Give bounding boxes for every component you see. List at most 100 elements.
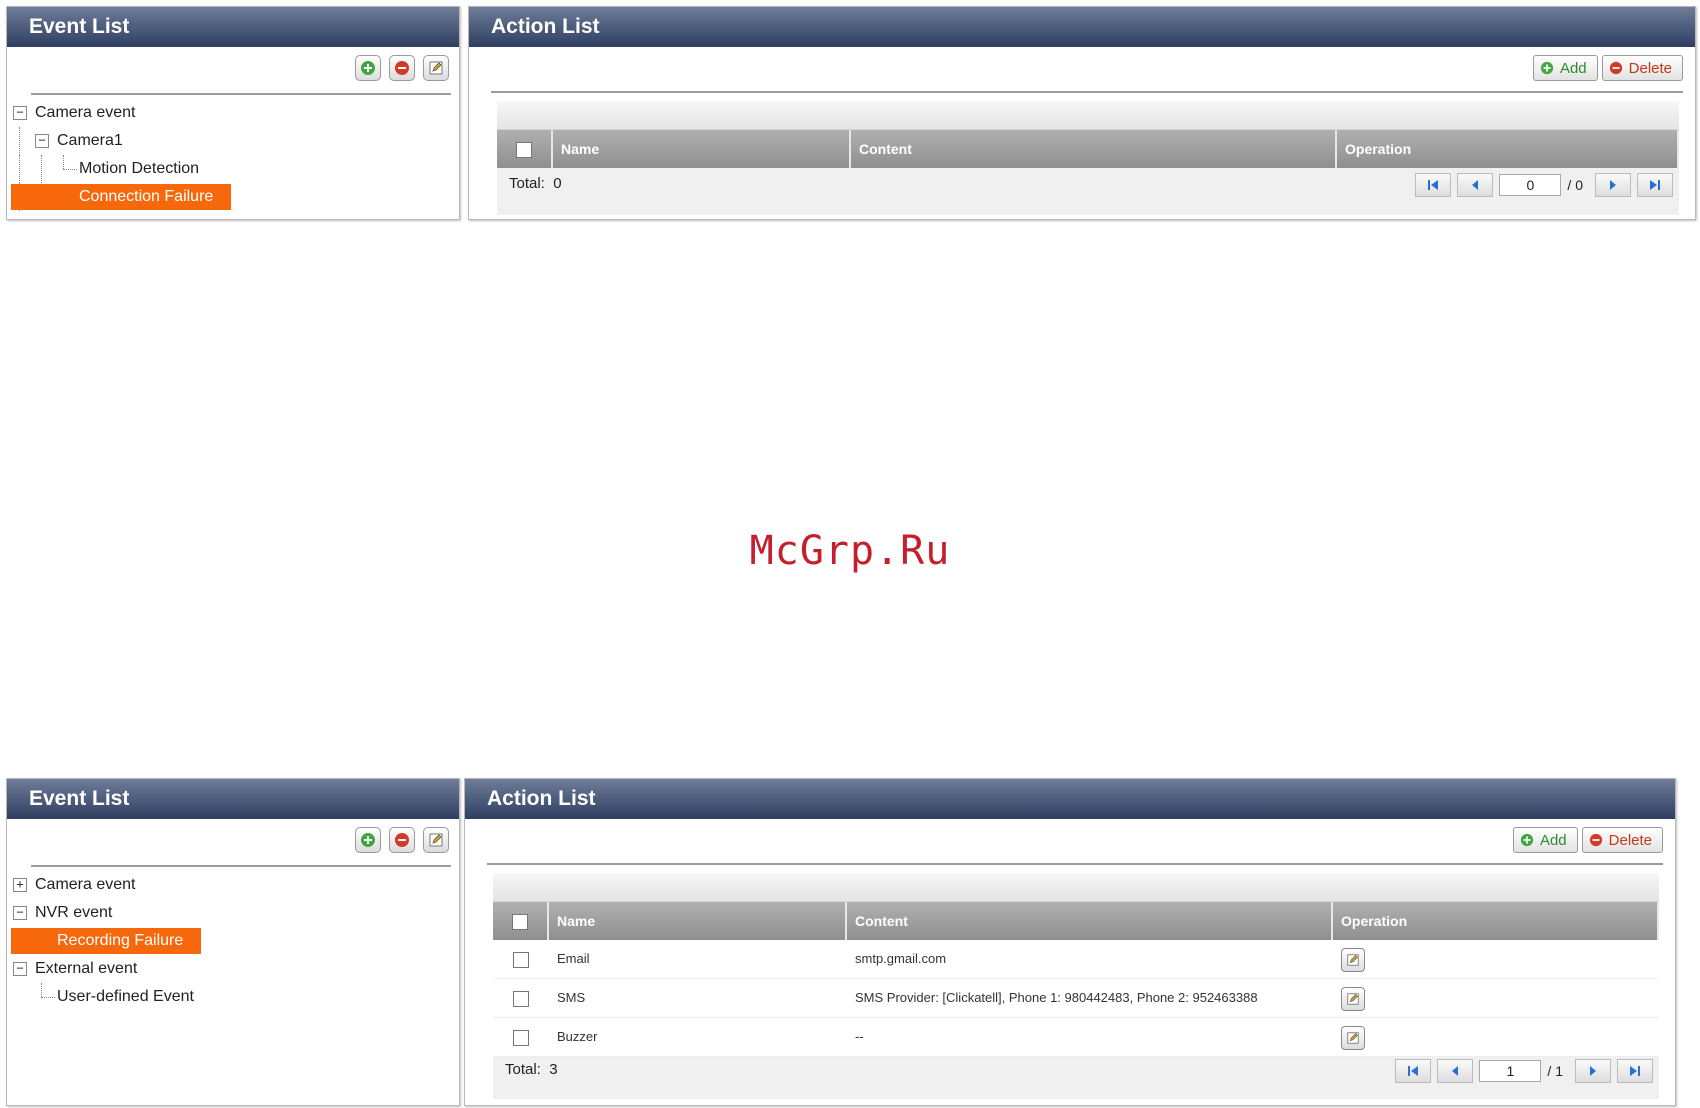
- last-page-button[interactable]: [1617, 1059, 1653, 1083]
- add-label: Add: [1559, 59, 1587, 77]
- page-input[interactable]: 1: [1479, 1060, 1542, 1082]
- tree-label-selected: Connection Failure: [11, 184, 231, 210]
- table-row[interactable]: Buzzer --: [493, 1018, 1659, 1057]
- collapse-icon[interactable]: −: [13, 906, 27, 920]
- event-divider: [31, 865, 451, 867]
- edit-icon: [1347, 1031, 1359, 1044]
- next-page-button[interactable]: [1575, 1059, 1611, 1083]
- first-page-button[interactable]: [1415, 173, 1452, 197]
- select-all-cell[interactable]: [493, 902, 549, 940]
- tree-node-external-event[interactable]: − External event: [11, 955, 455, 983]
- edit-icon: [429, 61, 443, 75]
- edit-action-button[interactable]: [1341, 986, 1365, 1011]
- edit-event-button[interactable]: [423, 55, 449, 81]
- page-input[interactable]: 0: [1499, 174, 1562, 196]
- tree-node-camera1[interactable]: − Camera1: [11, 127, 455, 155]
- row-checkbox-cell[interactable]: [493, 1018, 549, 1056]
- column-operation[interactable]: Operation: [1333, 902, 1659, 940]
- row-checkbox-cell[interactable]: [493, 940, 549, 978]
- last-page-icon: [1650, 180, 1660, 190]
- expand-icon[interactable]: +: [13, 878, 27, 892]
- add-event-button[interactable]: [355, 55, 381, 81]
- tree-node-motion-detection[interactable]: Motion Detection: [11, 155, 455, 183]
- event-list-panel: Event List − Camera event − Camera1 Moti…: [6, 6, 460, 220]
- first-page-icon: [1408, 1066, 1419, 1076]
- tree-label: NVR event: [35, 904, 113, 921]
- tree-label: User-defined Event: [57, 988, 194, 1005]
- action-divider: [491, 91, 1683, 93]
- row-content: SMS Provider: [Clickatell], Phone 1: 980…: [855, 990, 1258, 1005]
- tree-node-recording-failure[interactable]: Recording Failure: [11, 927, 455, 955]
- add-event-button[interactable]: [355, 827, 381, 853]
- tree-connector: [41, 997, 55, 998]
- collapse-icon[interactable]: −: [13, 962, 27, 976]
- prev-page-button[interactable]: [1457, 173, 1494, 197]
- column-name[interactable]: Name: [553, 130, 851, 168]
- delete-label: Delete: [1628, 59, 1672, 77]
- tree-label: Motion Detection: [79, 160, 200, 177]
- pager: 0 / 0: [1415, 173, 1673, 197]
- tree-node-nvr-event[interactable]: − NVR event: [11, 899, 455, 927]
- tree-connector: [63, 169, 77, 170]
- edit-event-button[interactable]: [423, 827, 449, 853]
- delete-event-button[interactable]: [389, 55, 415, 81]
- tree-label: Camera event: [35, 104, 136, 121]
- total-count: Total: 3: [505, 1061, 558, 1078]
- edit-action-button[interactable]: [1341, 1025, 1365, 1050]
- column-name[interactable]: Name: [549, 902, 847, 940]
- column-content[interactable]: Content: [847, 902, 1333, 940]
- add-action-button[interactable]: Add: [1532, 55, 1598, 81]
- event-tree: + Camera event − NVR event Recording Fai…: [11, 871, 455, 1011]
- delete-icon: [1609, 61, 1622, 75]
- event-list-title: Event List: [7, 7, 459, 47]
- select-all-checkbox[interactable]: [516, 142, 532, 159]
- delete-event-button[interactable]: [389, 827, 415, 853]
- page-total: / 0: [1567, 177, 1583, 193]
- delete-action-button[interactable]: Delete: [1601, 55, 1683, 81]
- next-page-button[interactable]: [1595, 173, 1631, 197]
- action-toolbar: Add Delete: [1532, 55, 1683, 81]
- row-checkbox-cell[interactable]: [493, 979, 549, 1017]
- row-checkbox[interactable]: [513, 1029, 529, 1046]
- delete-icon: [395, 833, 409, 847]
- tree-node-camera-event[interactable]: + Camera event: [11, 871, 455, 899]
- table-row[interactable]: SMS SMS Provider: [Clickatell], Phone 1:…: [493, 979, 1659, 1018]
- select-all-checkbox[interactable]: [512, 914, 528, 931]
- event-list-title: Event List: [7, 779, 459, 819]
- column-content[interactable]: Content: [851, 130, 1337, 168]
- last-page-button[interactable]: [1637, 173, 1673, 197]
- prev-page-button[interactable]: [1437, 1059, 1474, 1083]
- screen-recording-failure: Event List + Camera event − NVR event Re…: [6, 778, 1696, 1106]
- edit-icon: [429, 833, 443, 847]
- select-all-cell[interactable]: [497, 130, 553, 168]
- tree-node-user-defined-event[interactable]: User-defined Event: [11, 983, 455, 1011]
- delete-icon: [395, 61, 409, 75]
- grid-footer: Total: 3 1 / 1: [493, 1053, 1659, 1089]
- collapse-icon[interactable]: −: [13, 106, 27, 120]
- event-toolbar: [355, 827, 449, 853]
- collapse-icon[interactable]: −: [35, 134, 49, 148]
- total-count: Total: 0: [509, 175, 562, 192]
- next-page-icon: [1590, 1066, 1596, 1076]
- add-icon: [361, 833, 375, 847]
- column-operation[interactable]: Operation: [1337, 130, 1679, 168]
- tree-node-camera-event[interactable]: − Camera event: [11, 99, 455, 127]
- action-list-panel: Action List Add Delete Name Content Oper…: [464, 778, 1676, 1106]
- row-name: Email: [557, 951, 590, 966]
- first-page-button[interactable]: [1395, 1059, 1432, 1083]
- edit-action-button[interactable]: [1341, 947, 1365, 972]
- tree-connector: [19, 127, 20, 155]
- table-row[interactable]: Email smtp.gmail.com: [493, 940, 1659, 979]
- delete-action-button[interactable]: Delete: [1581, 827, 1663, 853]
- tree-node-connection-failure[interactable]: Connection Failure: [11, 183, 455, 211]
- first-page-icon: [1428, 180, 1439, 190]
- row-content: smtp.gmail.com: [855, 951, 947, 966]
- action-list-panel: Action List Add Delete Name Content Oper…: [468, 6, 1696, 220]
- add-action-button[interactable]: Add: [1512, 827, 1578, 853]
- event-toolbar: [355, 55, 449, 81]
- row-content: --: [855, 1029, 864, 1044]
- event-tree: − Camera event − Camera1 Motion Detectio…: [11, 99, 455, 211]
- row-checkbox[interactable]: [513, 951, 529, 968]
- row-checkbox[interactable]: [513, 990, 529, 1007]
- add-icon: [1520, 833, 1534, 847]
